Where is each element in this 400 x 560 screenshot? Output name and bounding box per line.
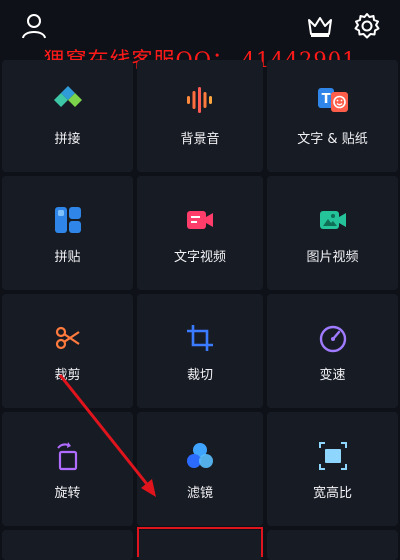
annotation-arrow <box>58 374 156 497</box>
